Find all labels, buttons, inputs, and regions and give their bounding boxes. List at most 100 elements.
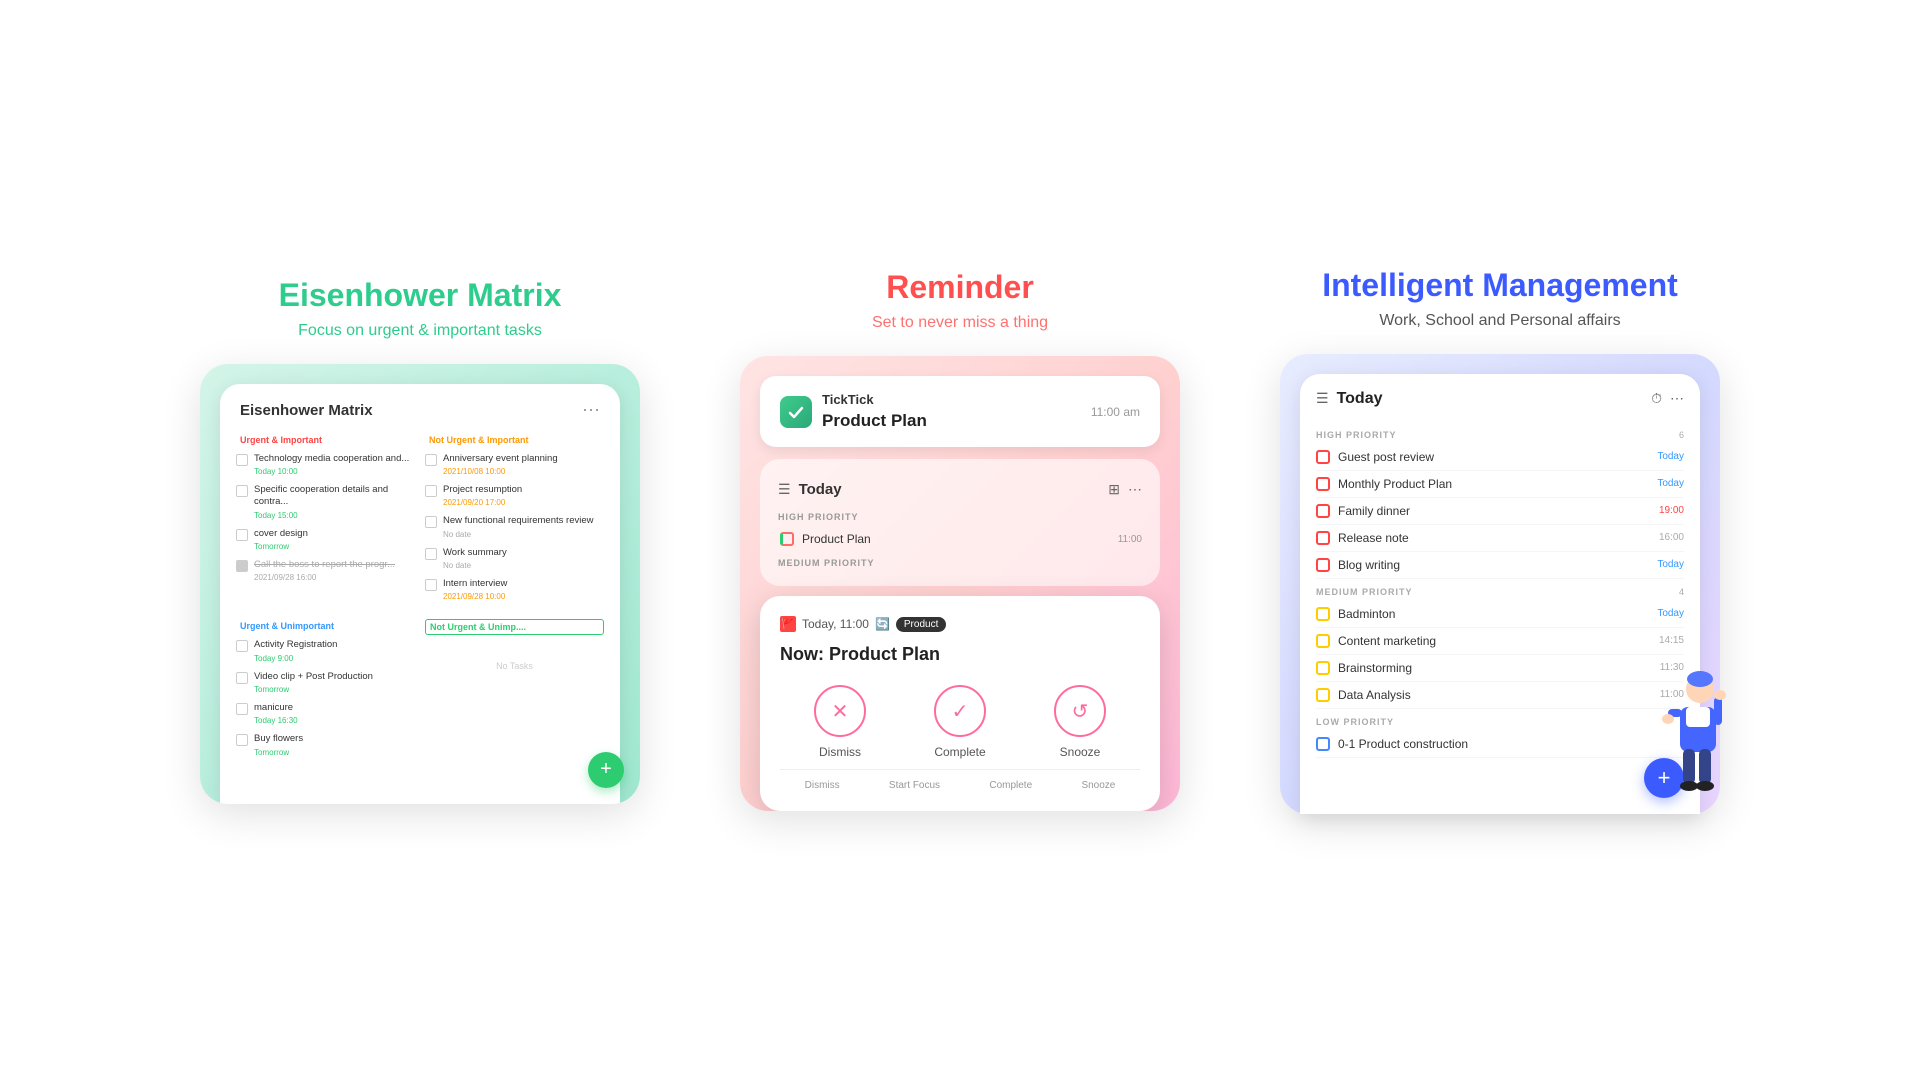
em-task-time-8: No date	[443, 561, 507, 570]
rm-snooze-label: Snooze	[1060, 745, 1101, 759]
em-task-name-3: cover design	[254, 528, 308, 540]
em-task-time-3: Tomorrow	[254, 542, 308, 551]
im-cb-h2[interactable]	[1316, 477, 1330, 491]
im-task-name-m1: Badminton	[1338, 607, 1649, 621]
rm-bottom-snooze[interactable]: Snooze	[1081, 780, 1115, 791]
im-task-date-h4: 16:00	[1659, 532, 1684, 543]
im-header: ☰ Today ⏱ ⋯	[1316, 390, 1684, 408]
rm-snooze-action[interactable]: ↺ Snooze	[1054, 685, 1106, 759]
card3-subtitle: Work, School and Personal affairs	[1379, 312, 1620, 330]
eisenhower-phone-mockup: Eisenhower Matrix ⋯ Urgent & Important T…	[200, 364, 640, 804]
em-task-name-11: Video clip + Post Production	[254, 671, 373, 683]
rm-clock-icon: 🔄	[875, 617, 890, 631]
em-task-time-5: 2021/10/08 10:00	[443, 467, 558, 476]
quadrant-not-urgent-unimportant: Not Urgent & Unimp.... No Tasks	[425, 619, 604, 764]
im-menu-icon[interactable]: ☰	[1316, 390, 1329, 407]
im-cb-h1[interactable]	[1316, 450, 1330, 464]
em-task-11: Video clip + Post Production Tomorrow	[236, 671, 415, 694]
rm-phone-task-row: Product Plan 11:00	[774, 526, 1146, 552]
rm-app-name: TickTick	[822, 392, 927, 407]
im-cb-m2[interactable]	[1316, 634, 1330, 648]
em-checkbox-10[interactable]	[236, 640, 248, 652]
rm-today-screen: ☰ Today ⊞ ⋯ HIGH PRIORITY Product Plan 1…	[760, 459, 1160, 586]
em-task-5: Anniversary event planning 2021/10/08 10…	[425, 453, 604, 476]
q2-label: Not Urgent & Important	[425, 433, 604, 447]
quadrant-urgent-important: Urgent & Important Technology media coop…	[236, 433, 415, 610]
em-checkbox-8[interactable]	[425, 548, 437, 560]
em-checkbox-2[interactable]	[236, 485, 248, 497]
eisenhower-phone-screen: Eisenhower Matrix ⋯ Urgent & Important T…	[220, 384, 620, 804]
rm-complete-icon: ✓	[952, 699, 969, 724]
rm-notification-banner: TickTick Product Plan 11:00 am	[760, 376, 1160, 447]
im-high-task-3: Family dinner 19:00	[1316, 498, 1684, 525]
em-checkbox-1[interactable]	[236, 454, 248, 466]
im-task-date-h2: Today	[1657, 478, 1684, 489]
im-task-date-m1: Today	[1657, 608, 1684, 619]
im-cb-m4[interactable]	[1316, 688, 1330, 702]
em-task-name-4: Call the boss to report the progr...	[254, 559, 395, 571]
rm-task-cb[interactable]	[780, 532, 794, 546]
im-timer-icon[interactable]: ⏱	[1651, 390, 1662, 407]
em-task-6: Project resumption 2021/09/20 17:00	[425, 484, 604, 507]
im-high-task-4: Release note 16:00	[1316, 525, 1684, 552]
rm-snooze-icon: ↺	[1072, 699, 1089, 724]
im-low-section-header: LOW PRIORITY	[1316, 709, 1684, 731]
rm-dismiss-circle: ✕	[814, 685, 866, 737]
im-cb-m3[interactable]	[1316, 661, 1330, 675]
reminder-phone-mockup: TickTick Product Plan 11:00 am ☰ Today ⊞…	[740, 356, 1180, 811]
im-task-name-h4: Release note	[1338, 531, 1651, 545]
rm-menu-icon[interactable]: ☰	[778, 481, 791, 498]
im-med-task-2: Content marketing 14:15	[1316, 628, 1684, 655]
im-task-name-m4: Data Analysis	[1338, 688, 1652, 702]
im-more-icon[interactable]: ⋯	[1670, 390, 1684, 407]
card3-title: Intelligent Management	[1322, 267, 1678, 304]
em-checkbox-7[interactable]	[425, 516, 437, 528]
rm-complete-action[interactable]: ✓ Complete	[934, 685, 986, 759]
im-med-count: 4	[1679, 587, 1684, 597]
rm-today-label: Today	[799, 481, 842, 498]
im-low-label: LOW PRIORITY	[1316, 717, 1394, 727]
im-med-task-3: Brainstorming 11:30	[1316, 655, 1684, 682]
card2-subtitle: Set to never miss a thing	[872, 314, 1048, 332]
em-checkbox-12[interactable]	[236, 703, 248, 715]
em-more-icon[interactable]: ⋯	[582, 400, 600, 421]
no-tasks-label: No Tasks	[425, 641, 604, 691]
rm-popup-meta: 🚩 Today, 11:00 🔄 Product	[780, 616, 1140, 632]
im-cb-h3[interactable]	[1316, 504, 1330, 518]
im-task-name-h5: Blog writing	[1338, 558, 1649, 572]
rm-bottom-focus[interactable]: Start Focus	[889, 780, 940, 791]
em-checkbox-4[interactable]	[236, 560, 248, 572]
intelligent-card: Intelligent Management Work, School and …	[1260, 267, 1740, 814]
card2-title: Reminder	[886, 269, 1034, 306]
im-cb-h5[interactable]	[1316, 558, 1330, 572]
em-checkbox-6[interactable]	[425, 485, 437, 497]
intelligent-phone-mockup: ☰ Today ⏱ ⋯ HIGH PRIORITY 6 Guest post r…	[1280, 354, 1720, 814]
rm-grid-icon[interactable]: ⊞	[1108, 481, 1120, 498]
em-checkbox-13[interactable]	[236, 734, 248, 746]
im-high-task-2: Monthly Product Plan Today	[1316, 471, 1684, 498]
em-checkbox-9[interactable]	[425, 579, 437, 591]
rm-bottom-complete[interactable]: Complete	[989, 780, 1032, 791]
rm-bottom-bar: Dismiss Start Focus Complete Snooze	[780, 769, 1140, 791]
em-checkbox-3[interactable]	[236, 529, 248, 541]
reminder-card: Reminder Set to never miss a thing TickT…	[720, 269, 1200, 811]
em-checkbox-5[interactable]	[425, 454, 437, 466]
em-task-time-2: Today 15:00	[254, 511, 415, 520]
rm-dots-icon[interactable]: ⋯	[1128, 481, 1142, 498]
em-fab-button[interactable]: +	[588, 752, 624, 788]
em-task-name-1: Technology media cooperation and...	[254, 453, 409, 465]
rm-bottom-dismiss[interactable]: Dismiss	[805, 780, 840, 791]
em-checkbox-11[interactable]	[236, 672, 248, 684]
em-task-name-8: Work summary	[443, 547, 507, 559]
rm-dismiss-action[interactable]: ✕ Dismiss	[814, 685, 866, 759]
im-cb-h4[interactable]	[1316, 531, 1330, 545]
im-cb-l1[interactable]	[1316, 737, 1330, 751]
rm-popup-tag: Product	[896, 617, 946, 632]
ticktick-logo-icon	[780, 396, 812, 428]
im-cb-m1[interactable]	[1316, 607, 1330, 621]
intelligent-phone-screen: ☰ Today ⏱ ⋯ HIGH PRIORITY 6 Guest post r…	[1300, 374, 1700, 814]
rm-notif-task: Product Plan	[822, 411, 927, 431]
rm-phone-task-name: Product Plan	[802, 532, 1110, 546]
im-med-task-1: Badminton Today	[1316, 601, 1684, 628]
em-task-13: Buy flowers Tomorrow	[236, 733, 415, 756]
